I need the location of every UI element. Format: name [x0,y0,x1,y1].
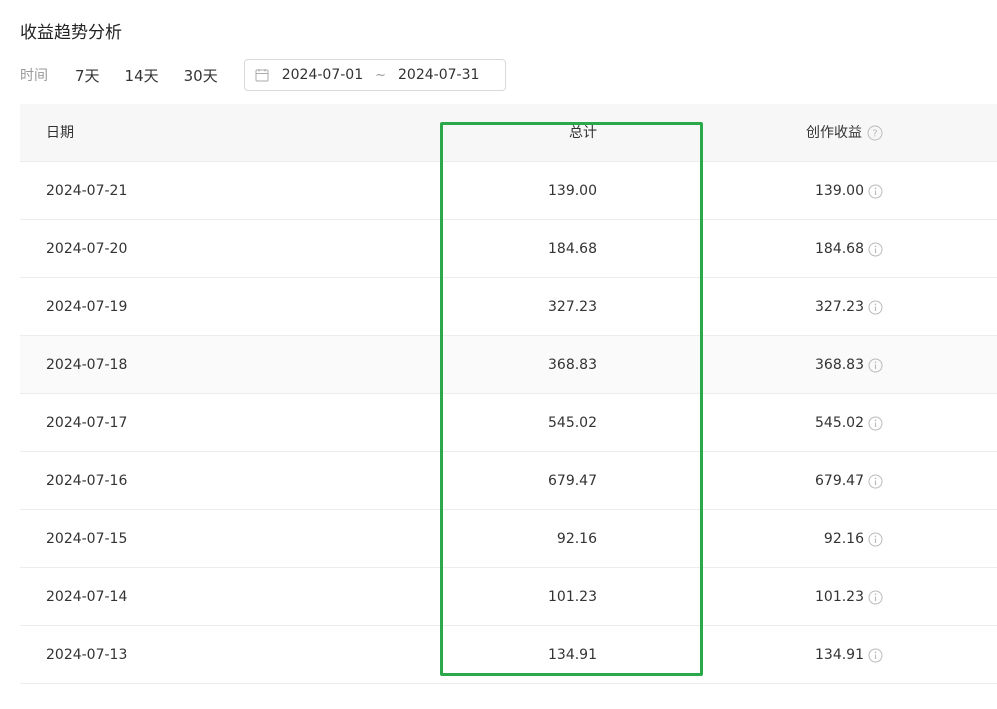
header-income: 创作收益 ? [806,104,883,162]
row-income: 327.23 [815,278,883,336]
time-filter-label: 时间 [20,68,48,84]
table-row: 2024-07-20 184.68 184.68 [20,220,997,278]
row-date: 2024-07-18 [46,357,128,373]
row-income: 92.16 [824,510,883,568]
info-icon[interactable] [868,242,883,257]
row-income: 101.23 [815,568,883,626]
calendar-icon [255,68,269,82]
income-table: 日期 总计 创作收益 ? 2024-07-21 139.00 139.00 2024-… [20,104,997,684]
row-total: 679.47 [548,473,597,489]
row-income-value: 92.16 [823,531,864,547]
header-total: 总计 [569,125,597,141]
info-icon[interactable] [868,300,883,315]
row-date: 2024-07-16 [46,473,128,489]
row-date: 2024-07-21 [46,183,128,199]
date-separator: ~ [375,67,387,83]
time-filter: 时间 7天 14天 30天 2024-07-01 ~ 2024-07-31 [20,58,506,92]
row-total: 184.68 [548,241,597,257]
row-date: 2024-07-14 [46,589,128,605]
row-income-value: 545.02 [815,415,864,431]
row-income: 184.68 [815,220,883,278]
row-total: 368.83 [548,357,597,373]
row-income: 679.47 [815,452,883,510]
end-date-input[interactable]: 2024-07-31 [398,67,479,83]
row-income-value: 101.23 [815,589,864,605]
row-income-value: 139.00 [815,183,864,199]
row-total: 92.16 [556,531,597,547]
row-income-value: 134.91 [815,647,864,663]
start-date-input[interactable]: 2024-07-01 [282,67,363,83]
row-income: 134.91 [815,626,883,684]
page-title: 收益趋势分析 [20,23,122,43]
table-row: 2024-07-19 327.23 327.23 [20,278,997,336]
header-date: 日期 [46,125,74,141]
row-date: 2024-07-19 [46,299,128,315]
row-income-value: 184.68 [815,241,864,257]
info-icon[interactable] [868,474,883,489]
table-row: 2024-07-21 139.00 139.00 [20,162,997,220]
row-income: 139.00 [815,162,883,220]
row-income-value: 368.83 [815,357,864,373]
row-date: 2024-07-13 [46,647,128,663]
table-row: 2024-07-18 368.83 368.83 [20,336,997,394]
row-income: 545.02 [815,394,883,452]
range-30-days-button[interactable]: 30天 [184,65,218,86]
info-icon[interactable] [868,416,883,431]
row-total: 101.23 [548,589,597,605]
row-income-value: 679.47 [815,473,864,489]
info-icon[interactable] [868,590,883,605]
row-date: 2024-07-20 [46,241,128,257]
row-date: 2024-07-17 [46,415,128,431]
row-total: 134.91 [548,647,597,663]
range-7-days-button[interactable]: 7天 [75,65,100,86]
table-row: 2024-07-15 92.16 92.16 [20,510,997,568]
row-date: 2024-07-15 [46,531,128,547]
row-total: 327.23 [548,299,597,315]
info-icon[interactable] [868,184,883,199]
row-total: 139.00 [548,183,597,199]
table-row: 2024-07-16 679.47 679.47 [20,452,997,510]
row-income: 368.83 [815,336,883,394]
svg-text:?: ? [872,129,877,140]
table-header: 日期 总计 创作收益 ? [20,104,997,162]
date-range-picker[interactable]: 2024-07-01 ~ 2024-07-31 [243,59,506,91]
header-income-label: 创作收益 [806,125,862,141]
table-row: 2024-07-14 101.23 101.23 [20,568,997,626]
info-icon[interactable] [868,648,883,663]
info-icon[interactable] [868,358,883,373]
help-icon[interactable]: ? [867,125,883,141]
table-row: 2024-07-17 545.02 545.02 [20,394,997,452]
table-row: 2024-07-13 134.91 134.91 [20,626,997,684]
info-icon[interactable] [868,532,883,547]
row-income-value: 327.23 [815,299,864,315]
row-total: 545.02 [548,415,597,431]
range-14-days-button[interactable]: 14天 [125,65,159,86]
